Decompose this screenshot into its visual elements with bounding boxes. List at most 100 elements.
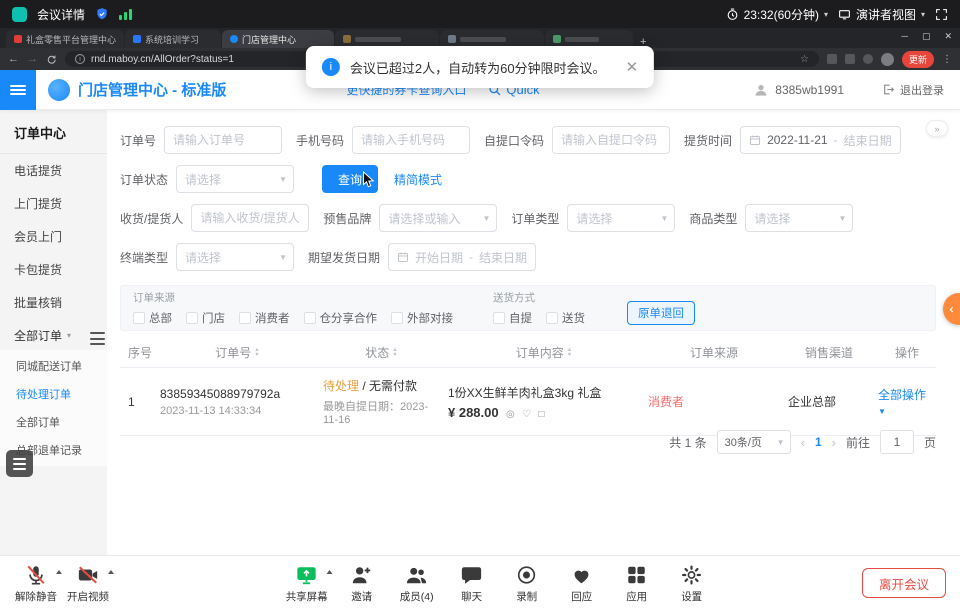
browser-tab-1[interactable]: 礼盒零售平台管理中心 xyxy=(6,30,124,48)
order-no-text[interactable]: 83859345088979792a xyxy=(160,387,315,401)
pickup-time-label: 提货时间 xyxy=(684,132,732,149)
content-badge-icon[interactable]: ◎ xyxy=(506,409,515,420)
members-button[interactable]: 成员(4) xyxy=(391,558,443,610)
record-button[interactable]: 录制 xyxy=(501,558,553,610)
back-button[interactable]: ← xyxy=(8,53,19,65)
presale-brand-label: 预售品牌 xyxy=(323,210,371,227)
current-page[interactable]: 1 xyxy=(815,435,822,449)
chevron-down-icon: ▼ xyxy=(279,175,287,184)
chevron-up-icon[interactable] xyxy=(327,570,333,574)
apps-button[interactable]: 应用 xyxy=(611,558,663,610)
maximize-button[interactable]: ▢ xyxy=(922,31,931,42)
checkbox-hq[interactable]: 总部 xyxy=(133,310,172,326)
reaction-button[interactable]: 回应 xyxy=(556,558,608,610)
toast-close-icon[interactable]: ✕ xyxy=(626,58,639,76)
hamburger-menu-button[interactable] xyxy=(0,70,36,110)
checkbox-icon xyxy=(546,312,558,324)
pickup-code-input[interactable] xyxy=(552,126,670,154)
chevron-up-icon[interactable] xyxy=(108,570,114,574)
refresh-button[interactable] xyxy=(46,54,57,65)
simple-mode-link[interactable]: 精简模式 xyxy=(394,171,442,188)
sidebar-item-cardpack-pickup[interactable]: 卡包提货 xyxy=(0,253,107,286)
floating-list-widget[interactable] xyxy=(6,450,33,477)
forward-button[interactable]: → xyxy=(27,53,38,65)
start-video-button[interactable]: 开启视频 xyxy=(62,558,114,610)
user-account[interactable]: 8385wb1991 xyxy=(753,82,844,98)
checkbox-external[interactable]: 外部对接 xyxy=(391,310,453,326)
terminal-type-select[interactable]: 请选择 ▼ xyxy=(176,243,294,271)
panel-collapse-handle[interactable]: » xyxy=(926,120,948,137)
order-type-label: 订单类型 xyxy=(511,210,559,227)
sidebar-subitem-pending-orders[interactable]: 待处理订单 xyxy=(0,380,107,408)
goods-type-select[interactable]: 请选择 ▼ xyxy=(745,204,853,232)
page-unit-label: 页 xyxy=(924,434,936,451)
sort-icon[interactable]: ▲▼ xyxy=(567,348,572,357)
extension-icon[interactable] xyxy=(827,54,837,64)
sidebar-item-batch-verify[interactable]: 批量核销 xyxy=(0,286,107,319)
all-actions-link[interactable]: 全部操作 ▼ xyxy=(878,386,936,417)
checkbox-consumer[interactable]: 消费者 xyxy=(239,310,290,326)
page-size-select[interactable]: 30条/页 ▼ xyxy=(717,430,791,454)
leave-meeting-button[interactable]: 离开会议 xyxy=(862,568,946,598)
next-page-button[interactable]: › xyxy=(832,435,836,450)
original-order-return-button[interactable]: 原单退回 xyxy=(627,301,695,325)
browser-menu-icon[interactable]: ⋮ xyxy=(942,54,952,65)
sort-icon[interactable]: ▲▼ xyxy=(392,348,397,357)
checkbox-store[interactable]: 门店 xyxy=(186,310,225,326)
chat-button[interactable]: 聊天 xyxy=(446,558,498,610)
sidebar-item-member-visit[interactable]: 会员上门 xyxy=(0,220,107,253)
meeting-timer[interactable]: 23:32(60分钟) ▾ xyxy=(726,6,828,23)
prev-page-button[interactable]: ‹ xyxy=(801,435,805,450)
view-mode-selector[interactable]: 演讲者视图 ▾ xyxy=(838,6,925,23)
cell-index: 1 xyxy=(120,377,152,426)
receiver-input[interactable] xyxy=(191,204,309,232)
goto-page-input[interactable] xyxy=(880,430,914,454)
checkbox-share-coop[interactable]: 仓分享合作 xyxy=(304,310,378,326)
settings-button[interactable]: 设置 xyxy=(666,558,718,610)
order-status-select[interactable]: 请选择 ▼ xyxy=(176,165,294,193)
header-order-no[interactable]: 订单号▲▼ xyxy=(152,344,315,361)
filter-row-4: 终端类型 请选择 ▼ 期望发货日期 开始日期 - 结束日期 xyxy=(120,243,550,271)
extension-icon[interactable] xyxy=(845,54,855,64)
shield-check-icon[interactable] xyxy=(95,7,109,21)
checkbox-self-pickup[interactable]: 自提 xyxy=(493,310,532,326)
content-device-icon[interactable]: □ xyxy=(538,409,544,420)
share-screen-button[interactable]: 共享屏幕 xyxy=(281,558,333,610)
signal-strength-icon[interactable] xyxy=(119,8,132,20)
meeting-title[interactable]: 会议详情 xyxy=(37,6,85,23)
sidebar-item-door-pickup[interactable]: 上门提货 xyxy=(0,187,107,220)
sort-icon[interactable]: ▲▼ xyxy=(254,348,259,357)
unmute-button[interactable]: 解除静音 xyxy=(10,558,62,610)
minimize-button[interactable]: ─ xyxy=(902,31,908,42)
browser-tab-2[interactable]: 系统培训学习 xyxy=(125,30,221,48)
pickup-time-range-picker[interactable]: 2022-11-21 - 结束日期 xyxy=(740,126,901,154)
logout-button[interactable]: 退出登录 xyxy=(882,82,944,98)
header-status[interactable]: 状态▲▼ xyxy=(315,344,440,361)
meeting-app-icon xyxy=(12,7,27,22)
site-info-icon[interactable]: i xyxy=(75,54,85,64)
order-no-input[interactable] xyxy=(164,126,282,154)
browser-profile-avatar[interactable] xyxy=(881,53,894,66)
sidebar-item-phone-pickup[interactable]: 电话提货 xyxy=(0,154,107,187)
ship-date-range-picker[interactable]: 开始日期 - 结束日期 xyxy=(388,243,536,271)
app-brand-text: 门店管理中心 - 标准版 xyxy=(78,79,226,100)
sidebar-subitem-all-orders[interactable]: 全部订单 xyxy=(0,408,107,436)
sidebar-subitem-city-delivery[interactable]: 同城配送订单 xyxy=(0,352,107,380)
record-label: 录制 xyxy=(516,589,537,604)
header-content[interactable]: 订单内容▲▼ xyxy=(440,344,640,361)
tab-label: 门店管理中心 xyxy=(242,33,296,46)
puzzle-extensions-icon[interactable] xyxy=(863,54,873,64)
presale-brand-select[interactable]: 请选择或输入 ▼ xyxy=(379,204,497,232)
header-index: 序号 xyxy=(120,344,152,361)
drag-handle-icon[interactable] xyxy=(90,332,105,345)
order-type-select[interactable]: 请选择 ▼ xyxy=(567,204,675,232)
filter-row-3: 收货/提货人 预售品牌 请选择或输入 ▼ 订单类型 请选择 ▼ 商品类型 请选择… xyxy=(120,204,867,232)
browser-update-button[interactable]: 更新 xyxy=(902,51,934,68)
phone-input[interactable] xyxy=(352,126,470,154)
content-heart-icon[interactable]: ♡ xyxy=(522,409,531,420)
bookmark-star-icon[interactable]: ☆ xyxy=(800,54,809,65)
invite-button[interactable]: 邀请 xyxy=(336,558,388,610)
close-window-button[interactable]: ✕ xyxy=(944,31,952,42)
checkbox-delivery[interactable]: 送货 xyxy=(546,310,585,326)
fullscreen-icon[interactable] xyxy=(935,8,948,21)
